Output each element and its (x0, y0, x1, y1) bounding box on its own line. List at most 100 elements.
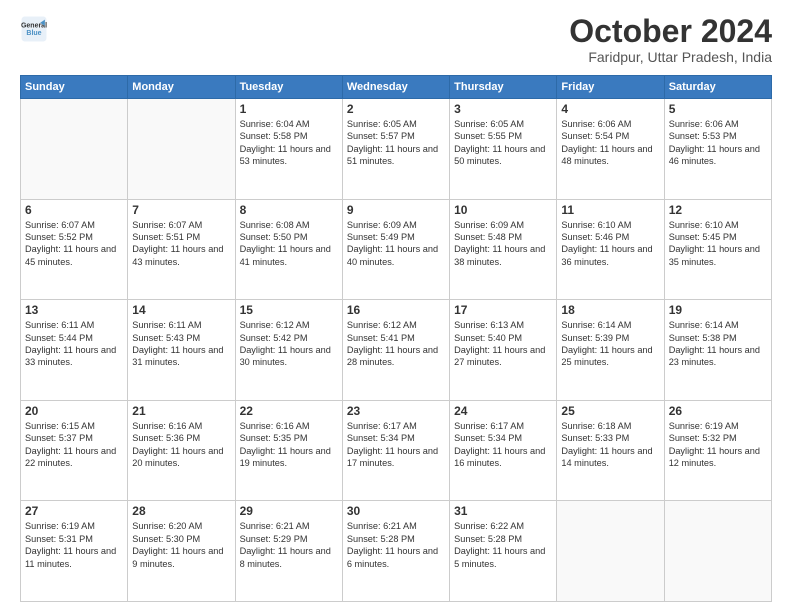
table-row: 1 Sunrise: 6:04 AMSunset: 5:58 PMDaylight… (235, 99, 342, 200)
daylight-text: Daylight: 11 hours and 43 minutes. (132, 244, 223, 266)
table-row: 14 Sunrise: 6:11 AMSunset: 5:43 PMDayligh… (128, 300, 235, 401)
table-row: 20Sunrise: 6:15 AMSunset: 5:37 PMDayligh… (21, 400, 128, 501)
sunset-text: Sunset: 5:44 PM (25, 333, 93, 343)
calendar-week-row: 20Sunrise: 6:15 AMSunset: 5:37 PMDayligh… (21, 400, 772, 501)
day-info: Sunrise: 6:16 AMSunset: 5:35 PMDaylight:… (240, 420, 338, 470)
table-row: 31 Sunrise: 6:22 AMSunset: 5:28 PMDayligh… (450, 501, 557, 602)
daylight-text: Daylight: 11 hours and 41 minutes. (240, 244, 331, 266)
header-sunday: Sunday (21, 76, 128, 99)
day-info: Sunrise: 6:10 AMSunset: 5:45 PMDaylight:… (669, 219, 767, 269)
sunset-text: Sunset: 5:53 PM (669, 131, 737, 141)
daylight-text: Daylight: 11 hours and 11 minutes. (25, 546, 116, 568)
table-row: 3Sunrise: 6:05 AMSunset: 5:55 PMDaylight… (450, 99, 557, 200)
day-info: Sunrise: 6:17 AMSunset: 5:34 PMDaylight:… (347, 420, 445, 470)
daylight-text: Daylight: 11 hours and 22 minutes. (25, 446, 116, 468)
table-row: 6Sunrise: 6:07 AMSunset: 5:52 PMDaylight… (21, 199, 128, 300)
sunset-text: Sunset: 5:34 PM (454, 433, 522, 443)
table-row: 12Sunrise: 6:10 AMSunset: 5:45 PMDayligh… (664, 199, 771, 300)
daylight-text: Daylight: 11 hours and 25 minutes. (561, 345, 652, 367)
day-info: Sunrise: 6:04 AMSunset: 5:58 PMDaylight:… (240, 118, 338, 168)
header-monday: Monday (128, 76, 235, 99)
day-info: Sunrise: 6:20 AMSunset: 5:30 PMDaylight:… (132, 520, 230, 570)
day-number: 4 (561, 102, 659, 116)
day-number: 19 (669, 303, 767, 317)
day-info: Sunrise: 6:10 AMSunset: 5:46 PMDaylight:… (561, 219, 659, 269)
sunset-text: Sunset: 5:39 PM (561, 333, 629, 343)
table-row: 9Sunrise: 6:09 AMSunset: 5:49 PMDaylight… (342, 199, 449, 300)
sunrise-text: Sunrise: 6:12 AM (240, 320, 310, 330)
day-number: 20 (25, 404, 123, 418)
sunrise-text: Sunrise: 6:21 AM (347, 521, 417, 531)
day-info: Sunrise: 6:13 AMSunset: 5:40 PMDaylight:… (454, 319, 552, 369)
sunset-text: Sunset: 5:42 PM (240, 333, 308, 343)
day-info: Sunrise: 6:21 AMSunset: 5:28 PMDaylight:… (347, 520, 445, 570)
day-number: 8 (240, 203, 338, 217)
sunrise-text: Sunrise: 6:16 AM (132, 421, 202, 431)
table-row: 7Sunrise: 6:07 AMSunset: 5:51 PMDaylight… (128, 199, 235, 300)
sunrise-text: Sunrise: 6:09 AM (454, 220, 524, 230)
day-number: 1 (240, 102, 338, 116)
day-info: Sunrise: 6:19 AMSunset: 5:31 PMDaylight:… (25, 520, 123, 570)
sunrise-text: Sunrise: 6:10 AM (669, 220, 739, 230)
day-number: 15 (240, 303, 338, 317)
day-info: Sunrise: 6:11 AMSunset: 5:43 PMDaylight:… (132, 319, 230, 369)
table-row: 18Sunrise: 6:14 AMSunset: 5:39 PMDayligh… (557, 300, 664, 401)
sunset-text: Sunset: 5:58 PM (240, 131, 308, 141)
header-friday: Friday (557, 76, 664, 99)
table-row: 2Sunrise: 6:05 AMSunset: 5:57 PMDaylight… (342, 99, 449, 200)
sunrise-text: Sunrise: 6:05 AM (454, 119, 524, 129)
sunset-text: Sunset: 5:50 PM (240, 232, 308, 242)
sunrise-text: Sunrise: 6:14 AM (561, 320, 631, 330)
day-number: 25 (561, 404, 659, 418)
sunset-text: Sunset: 5:48 PM (454, 232, 522, 242)
sunrise-text: Sunrise: 6:10 AM (561, 220, 631, 230)
day-info: Sunrise: 6:12 AMSunset: 5:42 PMDaylight:… (240, 319, 338, 369)
day-number: 28 (132, 504, 230, 518)
header-thursday: Thursday (450, 76, 557, 99)
daylight-text: Daylight: 11 hours and 35 minutes. (669, 244, 760, 266)
day-number: 5 (669, 102, 767, 116)
sunrise-text: Sunrise: 6:11 AM (25, 320, 94, 330)
day-number: 2 (347, 102, 445, 116)
day-number: 7 (132, 203, 230, 217)
sunrise-text: Sunrise: 6:08 AM (240, 220, 310, 230)
sunset-text: Sunset: 5:35 PM (240, 433, 308, 443)
sunrise-text: Sunrise: 6:19 AM (669, 421, 739, 431)
daylight-text: Daylight: 11 hours and 12 minutes. (669, 446, 760, 468)
day-info: Sunrise: 6:05 AM Sunset: 5:55 PM Daylight:… (454, 118, 552, 168)
calendar-header-row: Sunday Monday Tuesday Wednesday Thursday… (21, 76, 772, 99)
day-number: 9 (347, 203, 445, 217)
title-block: October 2024 Faridpur, Uttar Pradesh, In… (569, 15, 772, 65)
month-title: October 2024 (569, 15, 772, 47)
sunset-text: Sunset: 5:51 PM (132, 232, 200, 242)
day-info: Sunrise: 6:08 AM Sunset: 5:50 PM Daylight:… (240, 219, 338, 269)
day-number: 29 (240, 504, 338, 518)
day-info: Sunrise: 6:12 AMSunset: 5:41 PMDaylight:… (347, 319, 445, 369)
sunset-text: Sunset: 5:32 PM (669, 433, 737, 443)
sunrise-text: Sunrise: 6:15 AM (25, 421, 95, 431)
calendar-week-row: 1 Sunrise: 6:04 AMSunset: 5:58 PMDaylight… (21, 99, 772, 200)
day-info: Sunrise: 6:06 AMSunset: 5:53 PMDaylight:… (669, 118, 767, 168)
daylight-text: Daylight: 11 hours and 50 minutes. (454, 144, 545, 166)
day-info: Sunrise: 6:14 AMSunset: 5:38 PMDaylight:… (669, 319, 767, 369)
svg-text:Blue: Blue (26, 30, 41, 37)
sunset-text: Sunset: 5:30 PM (132, 534, 200, 544)
day-info: Sunrise: 6:22 AMSunset: 5:28 PMDaylight:… (454, 520, 552, 570)
sunrise-text: Sunrise: 6:06 AM (561, 119, 631, 129)
day-number: 14 (132, 303, 230, 317)
sunset-text: Sunset: 5:46 PM (561, 232, 629, 242)
sunrise-text: Sunrise: 6:07 AM (25, 220, 95, 230)
sunrise-text: Sunrise: 6:05 AM (347, 119, 417, 129)
table-row (557, 501, 664, 602)
table-row: 5 Sunrise: 6:06 AMSunset: 5:53 PMDaylight… (664, 99, 771, 200)
sunrise-text: Sunrise: 6:16 AM (240, 421, 310, 431)
calendar-week-row: 6Sunrise: 6:07 AMSunset: 5:52 PMDaylight… (21, 199, 772, 300)
calendar: Sunday Monday Tuesday Wednesday Thursday… (20, 75, 772, 602)
sunset-text: Sunset: 5:55 PM (454, 131, 522, 141)
header-wednesday: Wednesday (342, 76, 449, 99)
sunset-text: Sunset: 5:38 PM (669, 333, 737, 343)
day-info: Sunrise: 6:17 AMSunset: 5:34 PMDaylight:… (454, 420, 552, 470)
sunrise-text: Sunrise: 6:17 AM (347, 421, 417, 431)
day-number: 31 (454, 504, 552, 518)
sunset-text: Sunset: 5:29 PM (240, 534, 308, 544)
